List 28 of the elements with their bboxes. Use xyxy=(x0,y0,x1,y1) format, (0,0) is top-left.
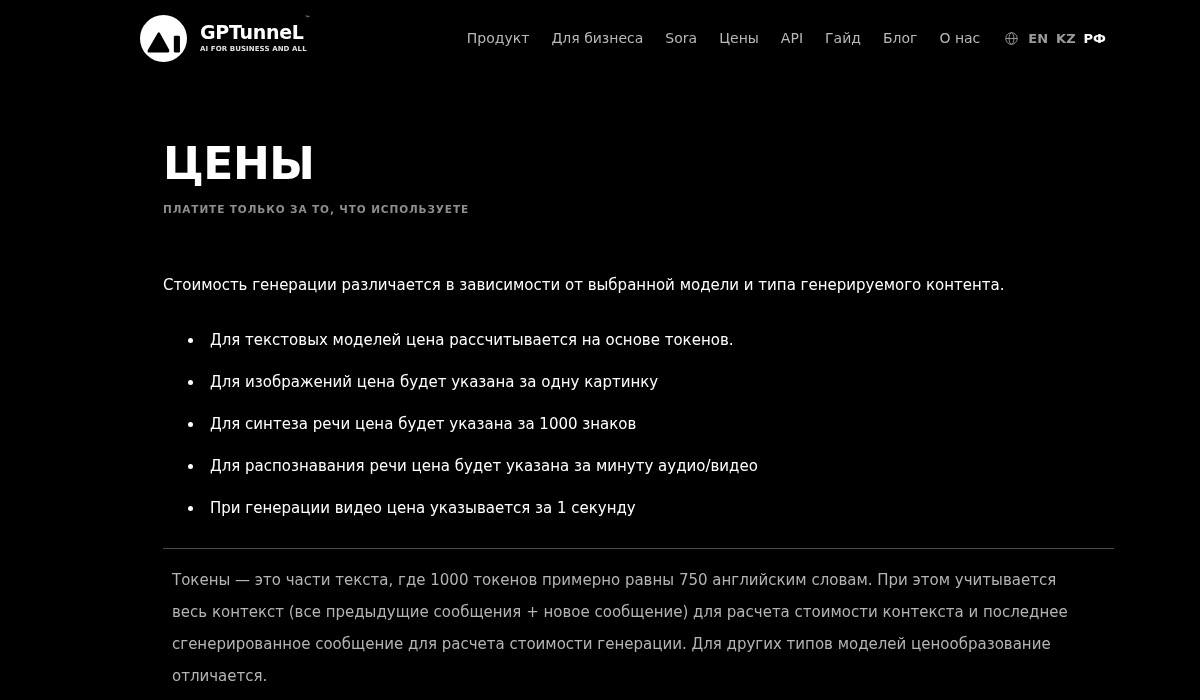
bullet-icon xyxy=(188,421,193,427)
nav-link[interactable]: Sora xyxy=(665,30,698,46)
nav-link[interactable]: API xyxy=(780,30,803,46)
page-title: ЦЕНЫ xyxy=(163,142,315,186)
nav-link[interactable]: Блог xyxy=(882,30,918,46)
list-item-text: Для изображений цена будет указана за одну картинку xyxy=(210,372,659,392)
list-item-text: Для синтеза речи цена будет указана за 1000 знаков xyxy=(210,414,637,434)
language-link[interactable]: РФ xyxy=(1083,30,1106,46)
logo-wordmark[interactable]: GPTunneL xyxy=(200,22,304,42)
intro-text: Стоимость генерации различается в зависимости от выбранной модели и типа генерируемого контента. xyxy=(163,275,1005,295)
note-text: Токены — это части текста, где 1000 токенов примерно равны 750 английским словам. При этом учитывается весь контекст (все предыдущие сообщения + новое сообщение) для расчета стоимости контекста и последнее сгенерированное сообщение для расчета стоимости генерации. Для других типов моделей ценообразование отличается. xyxy=(171,570,1069,687)
list-item-text: Для текстовых моделей цена рассчитывается на основе токенов. xyxy=(210,330,734,350)
logo-icon[interactable] xyxy=(140,14,187,62)
list-item-text: Для распознавания речи цена будет указана за минуту аудио/видео xyxy=(210,456,758,476)
bullet-icon xyxy=(188,379,193,385)
nav-link[interactable]: Гайд xyxy=(825,30,861,46)
globe-icon[interactable] xyxy=(1005,31,1019,45)
nav-link[interactable]: Цены xyxy=(719,30,759,46)
bullet-icon xyxy=(188,337,193,343)
list-item-text: При генерации видео цена указывается за 1 секунду xyxy=(210,498,636,518)
bullet-icon xyxy=(188,463,193,469)
nav-link[interactable]: Для бизнеса xyxy=(551,30,644,46)
nav-link[interactable]: Продукт xyxy=(466,30,530,46)
page-subtitle: ПЛАТИТЕ ТОЛЬКО ЗА ТО, ЧТО ИСПОЛЬЗУЕТЕ xyxy=(163,203,470,216)
language-link[interactable]: KZ xyxy=(1056,30,1076,46)
bullet-icon xyxy=(188,505,193,511)
language-link[interactable]: EN xyxy=(1028,30,1049,46)
nav-link[interactable]: О нас xyxy=(939,30,981,46)
